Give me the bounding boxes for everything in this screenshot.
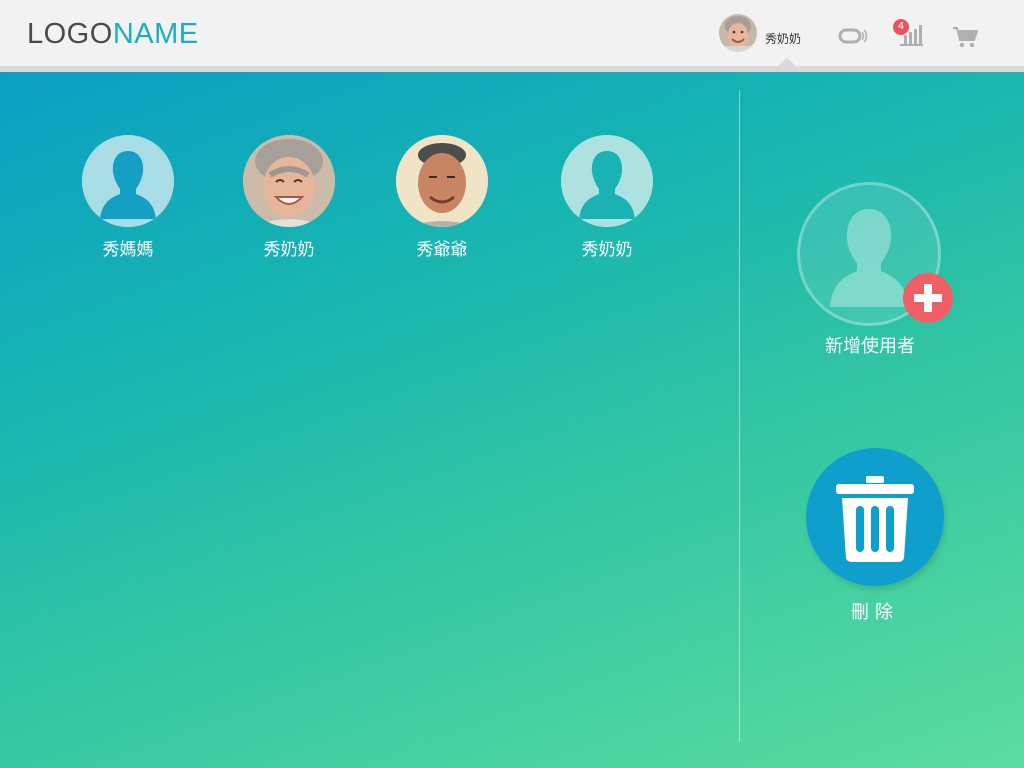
logo[interactable]: LOGONAME [27,18,199,50]
logo-text-part2: NAME [112,18,199,50]
default-avatar-icon [82,135,174,227]
add-user-button[interactable]: 新增使用者 [790,180,960,360]
current-user-name: 秀奶奶 [765,31,802,46]
add-user-label: 新增使用者 [825,336,915,357]
cart-icon[interactable] [951,25,979,49]
notification-badge: 4 [893,19,909,35]
grandpa-avatar [396,135,488,227]
user-name: 秀爺爺 [416,240,468,260]
current-user-avatar [719,14,757,52]
delete-button[interactable] [806,448,944,586]
user-name: 秀奶奶 [581,240,633,260]
trash-icon [836,476,914,562]
user-name: 秀媽媽 [102,240,154,260]
connection-icon[interactable] [838,27,868,47]
user-menu-pointer [777,58,797,67]
user-management-panel: 秀媽媽 秀奶奶 秀爺爺 秀奶奶 新增使用者 刪除 [0,72,1024,768]
user-card[interactable]: 秀奶奶 [547,135,667,261]
user-card[interactable]: 秀爺爺 [382,135,502,261]
delete-label: 刪除 [851,602,899,623]
grandma-avatar [243,135,335,227]
user-name: 秀奶奶 [263,240,315,260]
panel-divider [739,90,740,742]
user-card[interactable]: 秀奶奶 [229,135,349,261]
plus-icon [903,273,953,323]
default-avatar-icon [561,135,653,227]
top-bar: LOGONAME 秀奶奶 4 [0,0,1024,66]
logo-text-part1: LOGO [27,18,113,50]
current-user-menu[interactable]: 秀奶奶 [719,13,801,53]
user-card[interactable]: 秀媽媽 [68,135,188,261]
